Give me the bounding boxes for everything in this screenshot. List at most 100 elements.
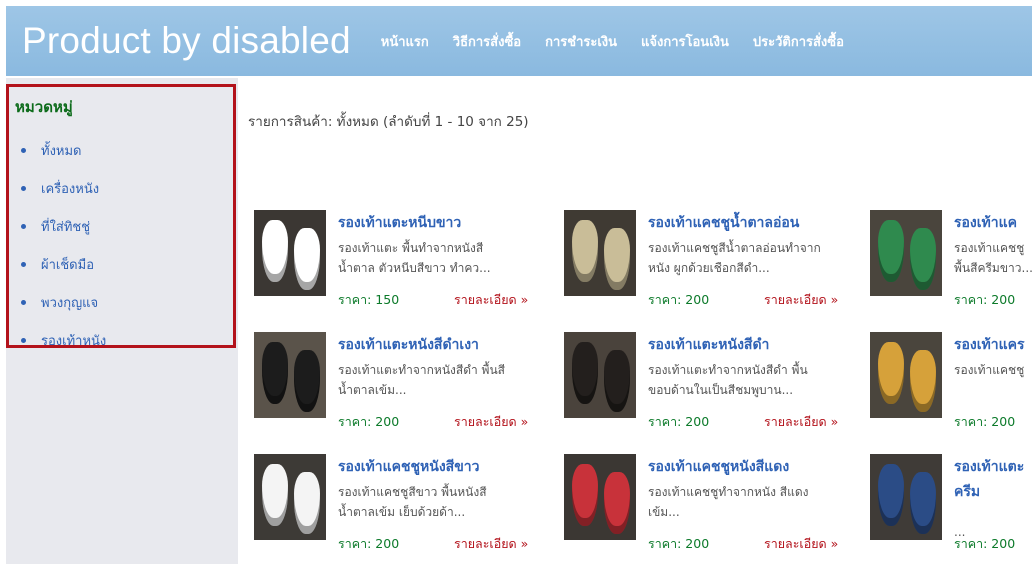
product-title[interactable]: รองเท้าแคชชูน้ำตาลอ่อน: [648, 212, 799, 234]
product-title[interactable]: รองเท้าแคร: [954, 334, 1025, 356]
category-label[interactable]: ทั้งหมด: [41, 140, 82, 161]
page: Product by disabled หน้าแรก วิธีการสั่งซ…: [0, 0, 1032, 564]
category-item-hand-towel[interactable]: ผ้าเช็ดมือ: [21, 245, 106, 283]
category-item-leather-shoes[interactable]: รองเท้าหนัง: [21, 321, 106, 359]
shoe-shape: [604, 472, 630, 534]
product-details-link[interactable]: รายละเอียด »: [454, 534, 528, 554]
product-image[interactable]: [564, 454, 636, 540]
category-item-tissue-holder[interactable]: ที่ใส่ทิชชู่: [21, 207, 106, 245]
product-description-line: รองเท้าแคชชูสีขาว พื้นหนังสี: [338, 485, 487, 499]
product-description-line: รองเท้าแตะทำจากหนังสีดำ พื้น: [648, 363, 808, 377]
product-description-line: หนัง ผูกด้วยเชือกสีดำ...: [648, 261, 770, 275]
product-title-line2[interactable]: ครีม: [954, 482, 1032, 502]
product-title[interactable]: รองเท้าแคชชูหนังสีแดง: [648, 456, 789, 478]
product-description-line: [954, 380, 1032, 400]
product-price: ราคา: 150: [338, 292, 400, 307]
product-price: ราคา: 200: [954, 292, 1016, 307]
nav-transfer-notice[interactable]: แจ้งการโอนเงิน: [641, 31, 729, 52]
product-details-link[interactable]: รายละเอียด »: [454, 412, 528, 432]
product-image[interactable]: [254, 210, 326, 296]
product-card: รองเท้าแคชชูน้ำตาลอ่อนรองเท้าแคชชูสีน้ำต…: [558, 210, 868, 320]
category-label[interactable]: รองเท้าหนัง: [41, 330, 106, 351]
shoe-shape: [294, 472, 320, 534]
nav-home[interactable]: หน้าแรก: [381, 31, 429, 52]
product-card: รองเท้าแคชชูหนังสีขาวรองเท้าแคชชูสีขาว พ…: [248, 454, 558, 564]
product-title[interactable]: รองเท้าแตะ: [954, 456, 1024, 478]
category-item-all[interactable]: ทั้งหมด: [21, 131, 106, 169]
product-price: ราคา: 200: [954, 414, 1016, 429]
product-price: ราคา: 200: [648, 292, 710, 307]
product-description-line: รองเท้าแคชชูทำจากหนัง สีแดง: [648, 485, 809, 499]
product-description-line: น้ำตาล ตัวหนีบสีขาว ทำคว...: [338, 261, 491, 275]
product-image[interactable]: [870, 454, 942, 540]
product-image[interactable]: [870, 332, 942, 418]
bullet-icon: [21, 299, 26, 305]
product-price: ราคา: 200: [954, 536, 1016, 551]
category-item-leather-goods[interactable]: เครื่องหนัง: [21, 169, 106, 207]
product-description: รองเท้าแคชชูสีน้ำตาลอ่อนทำจากหนัง ผูกด้ว…: [648, 238, 848, 278]
shoe-shape: [878, 220, 904, 282]
product-description: รองเท้าแตะ พื้นทำจากหนังสีน้ำตาล ตัวหนีบ…: [338, 238, 538, 278]
product-description-line: รองเท้าแคชชู: [954, 363, 1025, 377]
shoe-shape: [262, 342, 288, 404]
category-label[interactable]: พวงกุญแจ: [41, 292, 98, 313]
category-item-keychain[interactable]: พวงกุญแจ: [21, 283, 106, 321]
site-brand[interactable]: Product by disabled: [6, 20, 351, 62]
product-card: รองเท้าแครรองเท้าแคชชูราคา: 200: [864, 332, 1032, 442]
nav-payment[interactable]: การชำระเงิน: [545, 31, 617, 52]
product-image[interactable]: [564, 332, 636, 418]
product-description: รองเท้าแคชชูสีขาว พื้นหนังสีน้ำตาลเข้ม เ…: [338, 482, 538, 522]
product-description: รองเท้าแคชชูพื้นสีครีมขาว...: [954, 238, 1032, 278]
product-description: รองเท้าแตะทำจากหนังสีดำ พื้นสีน้ำตาลเข้ม…: [338, 360, 538, 400]
product-description-line: รองเท้าแตะทำจากหนังสีดำ พื้นสี: [338, 363, 505, 377]
product-price: ราคา: 200: [648, 536, 710, 551]
shoe-shape: [878, 342, 904, 404]
product-details-link[interactable]: รายละเอียด »: [764, 290, 838, 310]
product-description-line: น้ำตาลเข้ม...: [338, 383, 407, 397]
shoe-shape: [910, 228, 936, 290]
product-grid: รองเท้าแตะหนีบขาวรองเท้าแตะ พื้นทำจากหนั…: [248, 210, 1032, 564]
product-description-line: พื้นสีครีมขาว...: [954, 261, 1032, 275]
product-title[interactable]: รองเท้าแตะหนังสีดำ: [648, 334, 769, 356]
product-image[interactable]: [870, 210, 942, 296]
product-title[interactable]: รองเท้าแคชชูหนังสีขาว: [338, 456, 480, 478]
product-card: รองเท้าแตะหนังสีดำรองเท้าแตะทำจากหนังสีด…: [558, 332, 868, 442]
product-title[interactable]: รองเท้าแตะหนังสีดำเงา: [338, 334, 479, 356]
product-image[interactable]: [254, 332, 326, 418]
shoe-shape: [604, 350, 630, 412]
main-nav: หน้าแรก วิธีการสั่งซื้อ การชำระเงิน แจ้ง…: [381, 31, 844, 52]
product-description-line: เข้ม...: [648, 505, 680, 519]
shoe-shape: [572, 464, 598, 526]
product-price: ราคา: 200: [338, 536, 400, 551]
bullet-icon: [21, 147, 26, 153]
shoe-shape: [572, 342, 598, 404]
product-description: ครีม...: [954, 482, 1032, 542]
product-description-line: น้ำตาลเข้ม เย็บด้วยด้า...: [338, 505, 466, 519]
product-description-line: [954, 502, 1032, 522]
category-label[interactable]: ที่ใส่ทิชชู่: [41, 216, 90, 237]
product-image[interactable]: [564, 210, 636, 296]
product-image[interactable]: [254, 454, 326, 540]
shoe-shape: [878, 464, 904, 526]
product-details-link[interactable]: รายละเอียด »: [764, 534, 838, 554]
product-details-link[interactable]: รายละเอียด »: [764, 412, 838, 432]
bullet-icon: [21, 223, 26, 229]
category-label[interactable]: ผ้าเช็ดมือ: [41, 254, 94, 275]
nav-how-to-order[interactable]: วิธีการสั่งซื้อ: [453, 31, 521, 52]
product-card: รองเท้าแคชชูหนังสีแดงรองเท้าแคชชูทำจากหน…: [558, 454, 868, 564]
bullet-icon: [21, 185, 26, 191]
product-description-line: รองเท้าแตะ พื้นทำจากหนังสี: [338, 241, 484, 255]
product-title[interactable]: รองเท้าแค: [954, 212, 1017, 234]
site-header: Product by disabled หน้าแรก วิธีการสั่งซ…: [6, 6, 1032, 76]
shoe-shape: [294, 228, 320, 290]
shoe-shape: [910, 350, 936, 412]
product-description-line: รองเท้าแคชชูสีน้ำตาลอ่อนทำจาก: [648, 241, 821, 255]
bullet-icon: [21, 337, 26, 343]
product-details-link[interactable]: รายละเอียด »: [454, 290, 528, 310]
product-title[interactable]: รองเท้าแตะหนีบขาว: [338, 212, 461, 234]
sidebar: หมวดหมู่ ทั้งหมด เครื่องหนัง ที่ใส่ทิชชู…: [6, 78, 238, 564]
product-description-line: รองเท้าแคชชู: [954, 241, 1025, 255]
category-label[interactable]: เครื่องหนัง: [41, 178, 99, 199]
product-card: รองเท้าแครองเท้าแคชชูพื้นสีครีมขาว... ราค…: [864, 210, 1032, 320]
nav-order-history[interactable]: ประวัติการสั่งซื้อ: [753, 31, 844, 52]
